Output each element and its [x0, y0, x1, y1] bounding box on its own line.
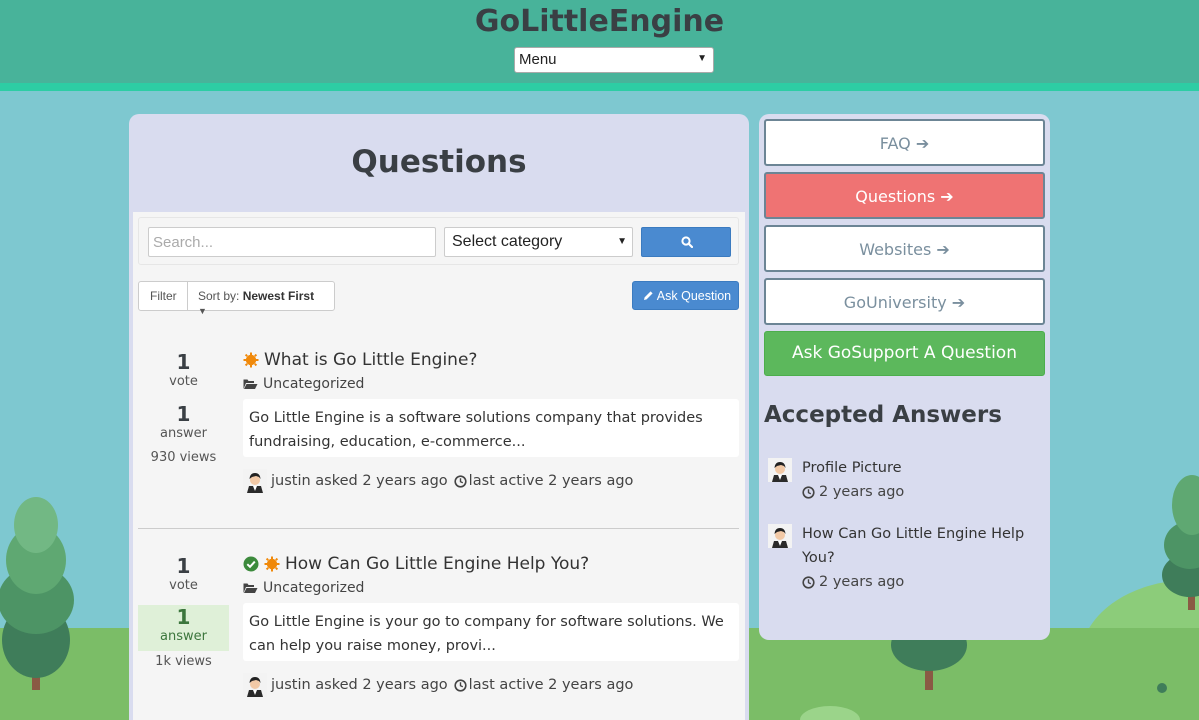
arrow-right-icon: ➔ [951, 293, 966, 312]
search-button[interactable] [641, 227, 731, 257]
folder-open-icon [243, 582, 258, 594]
search-bar: Search... Select category ▼ [138, 217, 739, 265]
caret-down-icon: ▼ [697, 53, 707, 64]
answer-count-box-accepted: 1 answer [138, 605, 229, 651]
sidebar-link-label: FAQ [879, 134, 911, 153]
answer-count-box: 1 answer [138, 402, 229, 448]
view-count: 1k views [155, 654, 212, 669]
sidebar-link-label: Websites [859, 240, 932, 259]
question-title-link[interactable]: What is Go Little Engine? [264, 350, 477, 370]
sidebar-link-label: Questions [855, 187, 936, 206]
search-icon [681, 236, 693, 248]
vote-label: vote [169, 374, 198, 389]
answer-label: answer [160, 629, 207, 644]
last-active-time: last active 2 years ago [468, 677, 634, 693]
vote-count-box: 1 vote [138, 554, 229, 600]
folder-open-icon [243, 378, 258, 390]
asked-time: asked 2 years ago [315, 473, 448, 489]
check-circle-icon [243, 556, 259, 572]
sun-badge-icon [243, 352, 259, 368]
sidebar-link-questions[interactable]: Questions ➔ [764, 172, 1045, 219]
accepted-answer-time: 2 years ago [802, 574, 904, 590]
page-title: Questions [351, 144, 527, 180]
sun-badge-icon [264, 556, 280, 572]
pencil-icon [644, 291, 653, 300]
sort-value: Newest First [242, 289, 315, 303]
accepted-answer-time-text: 2 years ago [819, 574, 905, 590]
filter-sort-group: Filter Sort by: Newest First ▼ [138, 281, 335, 316]
sidebar: FAQ ➔ Questions ➔ Websites ➔ GoUniversit… [759, 114, 1050, 640]
caret-down-icon: ▼ [617, 236, 627, 247]
author-link[interactable]: justin [271, 677, 311, 693]
search-input[interactable]: Search... [148, 227, 436, 257]
sort-prefix: Sort by: [198, 289, 240, 303]
question-title-link[interactable]: How Can Go Little Engine Help You? [285, 554, 589, 574]
ask-gosupport-button[interactable]: Ask GoSupport A Question [764, 331, 1045, 376]
arrow-right-icon: ➔ [915, 134, 930, 153]
clock-icon [802, 575, 815, 589]
question-item: 1 vote 1 answer 1k views How Can Go Litt… [138, 554, 739, 720]
view-count: 930 views [150, 450, 217, 465]
question-category: Uncategorized [243, 376, 364, 392]
accepted-answer-time-text: 2 years ago [819, 484, 905, 500]
accepted-answer-link[interactable]: How Can Go Little Engine Help You? [802, 522, 1042, 570]
question-meta: justin asked 2 years ago last active 2 y… [243, 673, 633, 697]
question-excerpt: Go Little Engine is your go to company f… [243, 603, 739, 661]
accepted-answer-link[interactable]: Profile Picture [802, 456, 1042, 480]
accepted-answer-item: Profile Picture 2 years ago [768, 456, 1046, 506]
ask-question-button[interactable]: Ask Question [632, 281, 739, 310]
sidebar-link-websites[interactable]: Websites ➔ [764, 225, 1045, 272]
avatar-icon [243, 469, 267, 493]
asked-time: asked 2 years ago [315, 677, 448, 693]
accepted-answer-time: 2 years ago [802, 484, 904, 500]
clock-icon [454, 474, 467, 488]
arrow-right-icon: ➔ [940, 187, 954, 206]
sort-dropdown[interactable]: Sort by: Newest First ▼ [188, 282, 334, 316]
clock-icon [802, 485, 815, 499]
questions-panel: Questions Search... Select category ▼ Fi… [129, 114, 749, 720]
answer-count: 1 [176, 605, 191, 629]
avatar-icon [768, 524, 792, 552]
sidebar-link-label: GoUniversity [843, 293, 947, 312]
question-category-link[interactable]: Uncategorized [263, 376, 364, 392]
vote-count: 1 [176, 350, 191, 374]
question-category-link[interactable]: Uncategorized [263, 580, 364, 596]
clock-icon [454, 678, 467, 692]
question-title-row: What is Go Little Engine? [243, 350, 477, 370]
sidebar-link-gouniversity[interactable]: GoUniversity ➔ [764, 278, 1045, 325]
accepted-answer-item: How Can Go Little Engine Help You? 2 yea… [768, 522, 1046, 598]
menu-dropdown[interactable]: Menu ▼ [514, 47, 714, 73]
caret-down-icon: ▼ [198, 306, 207, 316]
last-active-time: last active 2 years ago [468, 473, 634, 489]
author-link[interactable]: justin [271, 473, 311, 489]
question-divider [138, 528, 739, 529]
site-title[interactable]: GoLittleEngine [0, 4, 1199, 39]
site-header: GoLittleEngine Menu ▼ [0, 0, 1199, 91]
vote-label: vote [169, 578, 198, 593]
question-title-row: How Can Go Little Engine Help You? [243, 554, 589, 574]
answer-count: 1 [176, 402, 191, 426]
sidebar-link-faq[interactable]: FAQ ➔ [764, 119, 1045, 166]
vote-count-box: 1 vote [138, 350, 229, 396]
avatar-icon [243, 673, 267, 697]
question-item: 1 vote 1 answer 930 views What is Go Lit… [138, 350, 739, 546]
category-select-value: Select category [452, 233, 563, 250]
question-excerpt: Go Little Engine is a software solutions… [243, 399, 739, 457]
question-category: Uncategorized [243, 580, 364, 596]
filter-button[interactable]: Filter [139, 282, 188, 310]
vote-count: 1 [176, 554, 191, 578]
avatar-icon [768, 458, 792, 486]
question-meta: justin asked 2 years ago last active 2 y… [243, 469, 633, 493]
menu-dropdown-value: Menu [519, 51, 557, 68]
category-select[interactable]: Select category ▼ [444, 227, 633, 257]
answer-label: answer [160, 426, 207, 441]
accepted-answers-heading: Accepted Answers [764, 402, 1002, 428]
ask-question-label: Ask Question [656, 289, 732, 303]
questions-content: Search... Select category ▼ Filter Sort … [133, 212, 745, 720]
arrow-right-icon: ➔ [936, 240, 950, 259]
